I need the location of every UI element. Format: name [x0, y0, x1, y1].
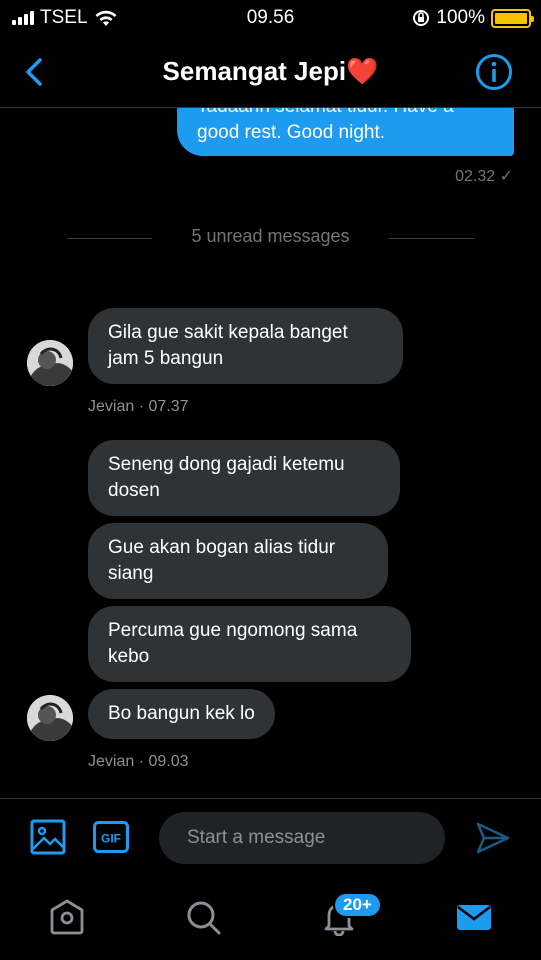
conversation-header: Semangat Jepi❤️: [0, 36, 541, 108]
conversation-title[interactable]: Semangat Jepi❤️: [0, 56, 541, 87]
home-icon[interactable]: [48, 898, 86, 936]
search-icon[interactable]: [184, 898, 222, 936]
gif-label: GIF: [101, 832, 121, 846]
orientation-lock-icon: [413, 10, 430, 26]
avatar[interactable]: [27, 695, 73, 741]
status-right: 100%: [412, 7, 534, 29]
image-icon[interactable]: [30, 819, 66, 855]
incoming-message-text: Percuma gue ngomong sama kebo: [108, 620, 358, 667]
info-icon[interactable]: [475, 53, 513, 91]
outgoing-message-text-line: good rest. Good night.: [197, 122, 386, 143]
incoming-message[interactable]: Bo bangun kek lo: [88, 689, 275, 739]
sender-name: Jevian: [88, 398, 135, 415]
outgoing-message-text-line: Tadaahh selamat tidur. Have a: [197, 108, 494, 120]
incoming-message-text: Gue akan bogan alias tidur siang: [108, 537, 336, 584]
incoming-message-text: Bo bangun kek lo: [108, 703, 255, 724]
status-bar: TSEL 09.56 100%: [0, 0, 541, 36]
sender-name: Jevian: [88, 753, 135, 770]
message-input[interactable]: [159, 812, 445, 864]
send-icon[interactable]: [475, 821, 511, 855]
message-list[interactable]: Tadaahh selamat tidur. Have a good rest.…: [0, 108, 541, 798]
mail-icon[interactable]: [455, 898, 493, 936]
unread-divider: 5 unread messages: [0, 226, 541, 247]
incoming-message-text: Gila gue sakit kepala banget jam 5 bangu…: [108, 322, 348, 369]
notification-badge: 20+: [333, 892, 382, 918]
battery-percent: 100%: [436, 7, 485, 28]
message-composer: GIF: [0, 798, 541, 878]
tab-bar: 20+: [0, 878, 541, 960]
gif-icon[interactable]: GIF: [93, 821, 129, 853]
incoming-message[interactable]: Seneng dong gajadi ketemu dosen: [88, 440, 400, 516]
unread-divider-label: 5 unread messages: [191, 226, 350, 246]
incoming-message-meta: Jevian · 07.37: [88, 398, 189, 416]
incoming-message[interactable]: Percuma gue ngomong sama kebo: [88, 606, 411, 682]
incoming-message-text: Seneng dong gajadi ketemu dosen: [108, 454, 345, 501]
message-time: · 09.03: [138, 753, 189, 770]
outgoing-message-time: 02.32 ✓: [455, 168, 513, 185]
outgoing-message[interactable]: Tadaahh selamat tidur. Have a good rest.…: [177, 108, 514, 156]
incoming-message-meta: Jevian · 09.03: [88, 753, 189, 771]
message-time: · 07.37: [138, 398, 189, 415]
incoming-message[interactable]: Gila gue sakit kepala banget jam 5 bangu…: [88, 308, 403, 384]
battery-icon: [491, 8, 534, 28]
incoming-message[interactable]: Gue akan bogan alias tidur siang: [88, 523, 388, 599]
avatar[interactable]: [27, 340, 73, 386]
